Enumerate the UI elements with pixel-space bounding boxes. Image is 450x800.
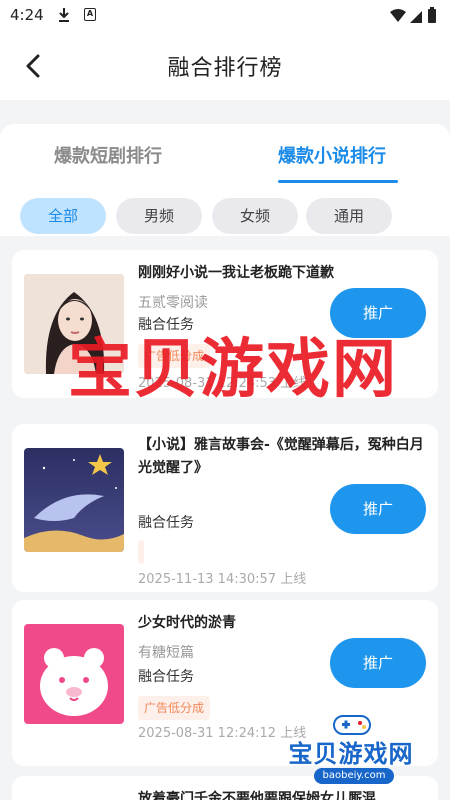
accessibility-icon: A: [84, 8, 96, 21]
active-tab-indicator: [278, 180, 398, 183]
card-title: 【小说】雅言故事会-《觉醒弹幕后，冤种白月光觉醒了》: [138, 437, 424, 476]
card-tag: 广告低分成: [138, 696, 211, 720]
nav-bar: 融合排行榜: [0, 32, 450, 100]
filter-general[interactable]: 通用: [306, 198, 392, 234]
watermark-text: 宝贝游戏网: [68, 333, 398, 407]
filter-all[interactable]: 全部: [20, 198, 106, 234]
card-title: 放着豪门千金不要他要跟保姆女儿厮混: [138, 791, 376, 800]
cover-image: [24, 624, 124, 724]
page-title: 融合排行榜: [167, 56, 283, 81]
card-title: 少女时代的淤青: [138, 615, 236, 631]
card-task: 融合任务: [138, 515, 194, 531]
card-task: 融合任务: [138, 669, 194, 685]
filter-male[interactable]: 男频: [116, 198, 202, 234]
promote-button[interactable]: 推广: [330, 484, 426, 534]
filter-female[interactable]: 女频: [212, 198, 298, 234]
signal-battery-icons: [390, 7, 436, 23]
ranking-card[interactable]: 【小说】雅言故事会-《觉醒弹幕后，冤种白月光觉醒了》 融合任务 2025-11-…: [12, 424, 438, 592]
tab-novel-ranking[interactable]: 爆款小说排行: [278, 142, 386, 168]
download-icon: [59, 8, 69, 22]
watermark-small-text: 宝贝游戏网: [288, 740, 414, 768]
tab-drama-ranking[interactable]: 爆款短剧排行: [54, 142, 162, 168]
card-tag: [138, 540, 144, 564]
promote-button[interactable]: 推广: [330, 638, 426, 688]
watermark-logo: 宝贝游戏网 baobeiy.com: [276, 712, 426, 788]
tabs-panel: 爆款短剧排行 爆款小说排行 全部 男频 女频 通用: [0, 124, 450, 236]
card-time: 2025-11-13 14:30:57 上线: [138, 572, 307, 587]
card-title: 刚刚好小说一我让老板跪下道歉: [138, 265, 334, 281]
cover-image: [24, 448, 124, 552]
watermark-url: baobeiy.com: [314, 768, 394, 784]
status-time: 4:24: [10, 6, 44, 24]
card-source: 有糖短篇: [138, 645, 194, 661]
card-source: 五贰零阅读: [138, 295, 208, 311]
status-bar: 4:24 A: [0, 0, 450, 32]
